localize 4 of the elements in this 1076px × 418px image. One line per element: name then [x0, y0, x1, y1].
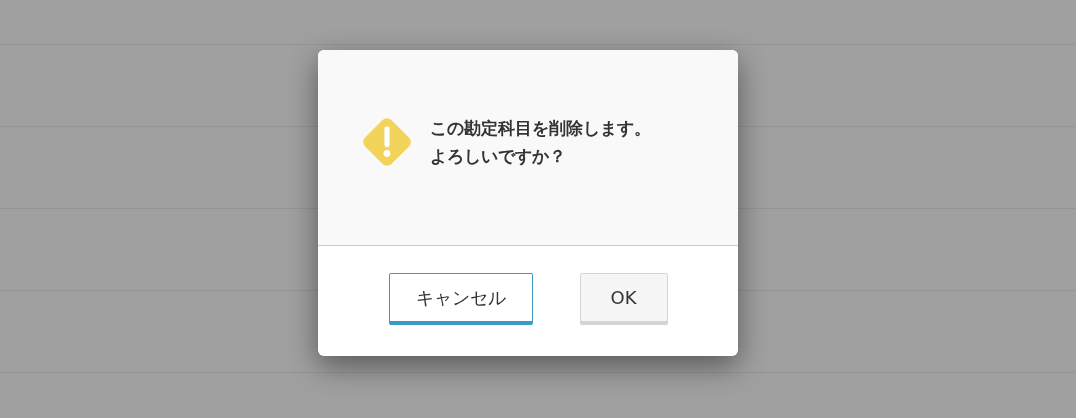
- message-text: よろしいですか？: [430, 144, 567, 168]
- message-text: この勘定科目を削除します。: [430, 116, 651, 140]
- dialog-button[interactable]: OK: [579, 273, 668, 325]
- dialog-button[interactable]: キャンセル: [388, 273, 533, 325]
